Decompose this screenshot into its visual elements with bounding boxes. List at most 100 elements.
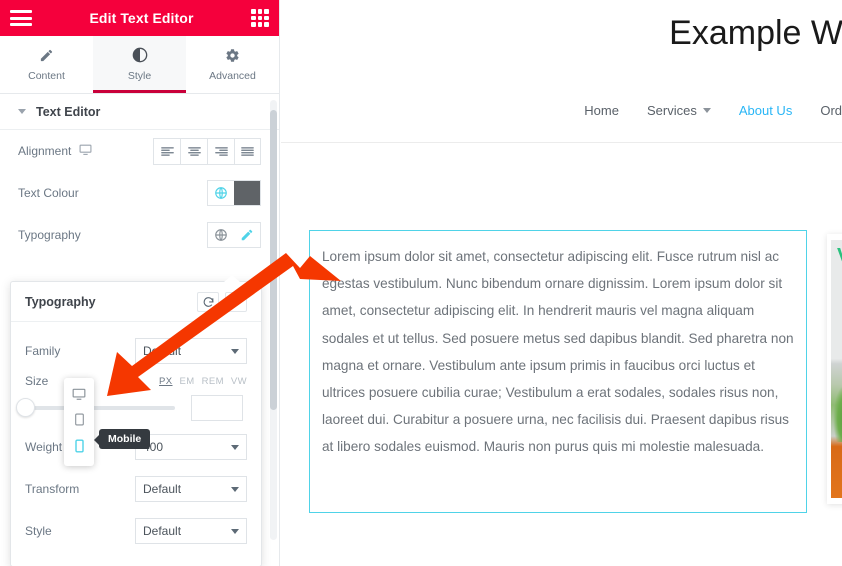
size-label: Size bbox=[25, 374, 49, 388]
transform-label: Transform bbox=[25, 482, 80, 496]
typography-popover-title: Typography bbox=[25, 295, 96, 309]
device-option-tablet[interactable] bbox=[64, 409, 94, 435]
typography-label: Typography bbox=[18, 228, 81, 242]
chevron-down-icon bbox=[702, 108, 711, 113]
panel-scrollbar-thumb[interactable] bbox=[270, 110, 277, 410]
site-header: Example W Home Services About Us Ord bbox=[281, 0, 842, 143]
transform-value: Default bbox=[143, 482, 182, 496]
alignment-label-group: Alignment bbox=[18, 143, 92, 159]
style-label: Style bbox=[25, 524, 52, 538]
reset-icon[interactable] bbox=[197, 292, 219, 312]
control-text-colour: Text Colour bbox=[0, 172, 279, 214]
grid-icon[interactable] bbox=[251, 9, 269, 27]
section-title-label: Text Editor bbox=[36, 104, 101, 119]
family-label: Family bbox=[25, 344, 61, 358]
size-unit-switcher: PX EM REM VW bbox=[159, 376, 247, 387]
section-text-editor[interactable]: Text Editor bbox=[0, 94, 279, 130]
panel-header: Edit Text Editor bbox=[0, 0, 279, 36]
device-selector-flyout bbox=[64, 378, 94, 466]
panel-tabs: Content Style Advanced bbox=[0, 36, 279, 94]
gear-icon bbox=[225, 48, 240, 63]
family-select[interactable]: Default bbox=[135, 338, 247, 364]
tab-style[interactable]: Style bbox=[93, 36, 186, 93]
image-card-photo bbox=[831, 240, 842, 498]
field-style: Style Default bbox=[25, 510, 247, 552]
control-typography: Typography bbox=[0, 214, 279, 256]
tab-advanced[interactable]: Advanced bbox=[186, 36, 279, 93]
weight-label: Weight bbox=[25, 440, 63, 454]
text-editor-body: Lorem ipsum dolor sit amet, consectetur … bbox=[322, 249, 794, 455]
alignment-buttons bbox=[153, 137, 261, 165]
desktop-icon[interactable] bbox=[79, 143, 92, 159]
device-tooltip: Mobile bbox=[93, 429, 151, 449]
tab-content-label: Content bbox=[28, 69, 65, 82]
text-colour-swatch[interactable] bbox=[234, 181, 260, 205]
typography-popover-header: Typography bbox=[11, 282, 261, 322]
align-right-button[interactable] bbox=[207, 137, 234, 165]
hamburger-icon[interactable] bbox=[10, 10, 32, 26]
size-slider-handle[interactable] bbox=[16, 398, 35, 417]
nav-item-home[interactable]: Home bbox=[584, 103, 619, 118]
nav-item-services[interactable]: Services bbox=[647, 103, 711, 118]
device-option-mobile[interactable] bbox=[64, 435, 94, 461]
device-option-desktop[interactable] bbox=[64, 383, 94, 409]
nav-item-orders-label: Ord bbox=[820, 103, 842, 118]
transform-select[interactable]: Default bbox=[135, 476, 247, 502]
nav-item-about-us[interactable]: About Us bbox=[739, 103, 792, 118]
tablet-icon bbox=[73, 413, 86, 431]
align-left-button[interactable] bbox=[153, 137, 180, 165]
typography-popover: Typography Family Default Size PX EM REM… bbox=[10, 275, 262, 566]
site-nav: Home Services About Us Ord bbox=[584, 103, 842, 118]
panel-scrollbar[interactable] bbox=[270, 100, 277, 540]
unit-vw[interactable]: VW bbox=[231, 376, 247, 387]
align-center-button[interactable] bbox=[180, 137, 207, 165]
mobile-icon bbox=[74, 438, 85, 458]
typography-controls bbox=[207, 222, 261, 248]
align-justify-button[interactable] bbox=[234, 137, 261, 165]
chevron-down-icon bbox=[231, 528, 239, 534]
field-size-header: Size PX EM REM VW bbox=[25, 372, 247, 390]
panel-title: Edit Text Editor bbox=[89, 10, 194, 26]
unit-px[interactable]: PX bbox=[159, 376, 172, 387]
style-select[interactable]: Default bbox=[135, 518, 247, 544]
globe-icon[interactable] bbox=[208, 223, 234, 247]
nav-item-services-label: Services bbox=[646, 103, 697, 118]
typography-popover-actions bbox=[197, 292, 247, 312]
text-editor-widget[interactable]: Lorem ipsum dolor sit amet, consectetur … bbox=[309, 230, 807, 513]
chevron-down-icon bbox=[231, 444, 239, 450]
text-colour-controls bbox=[207, 180, 261, 206]
family-value: Default bbox=[143, 344, 182, 358]
image-card[interactable]: V bbox=[827, 234, 842, 504]
nav-item-orders[interactable]: Ord bbox=[820, 103, 842, 118]
size-slider[interactable] bbox=[16, 398, 175, 417]
control-alignment: Alignment bbox=[0, 130, 279, 172]
site-title: Example W bbox=[669, 14, 842, 52]
weight-select[interactable]: 400 bbox=[135, 434, 247, 460]
unit-em[interactable]: EM bbox=[180, 376, 195, 387]
field-size-slider-row bbox=[16, 390, 247, 426]
typography-edit-pencil-icon[interactable] bbox=[234, 223, 260, 247]
chevron-down-icon bbox=[231, 348, 239, 354]
contrast-icon bbox=[132, 47, 148, 63]
elementor-panel: Edit Text Editor Content Style Advanced … bbox=[0, 0, 280, 566]
size-input[interactable] bbox=[191, 395, 243, 421]
tab-advanced-label: Advanced bbox=[209, 69, 256, 82]
chevron-down-icon bbox=[18, 109, 26, 114]
alignment-label: Alignment bbox=[18, 144, 72, 158]
desktop-icon bbox=[72, 387, 86, 406]
pencil-icon bbox=[39, 48, 54, 63]
plus-icon[interactable] bbox=[225, 292, 247, 312]
style-value: Default bbox=[143, 524, 182, 538]
tab-style-label: Style bbox=[127, 70, 152, 82]
tab-content[interactable]: Content bbox=[0, 36, 93, 93]
field-family: Family Default bbox=[25, 330, 247, 372]
image-card-checkmark: V bbox=[837, 246, 842, 266]
globe-icon[interactable] bbox=[208, 181, 234, 205]
editor-screen: Edit Text Editor Content Style Advanced … bbox=[0, 0, 842, 566]
nav-item-about-us-label: About Us bbox=[738, 103, 793, 118]
unit-rem[interactable]: REM bbox=[202, 376, 224, 387]
field-transform: Transform Default bbox=[25, 468, 247, 510]
text-colour-label: Text Colour bbox=[18, 186, 79, 200]
nav-item-home-label: Home bbox=[584, 103, 619, 118]
page-preview: Example W Home Services About Us Ord Lor… bbox=[281, 0, 842, 566]
